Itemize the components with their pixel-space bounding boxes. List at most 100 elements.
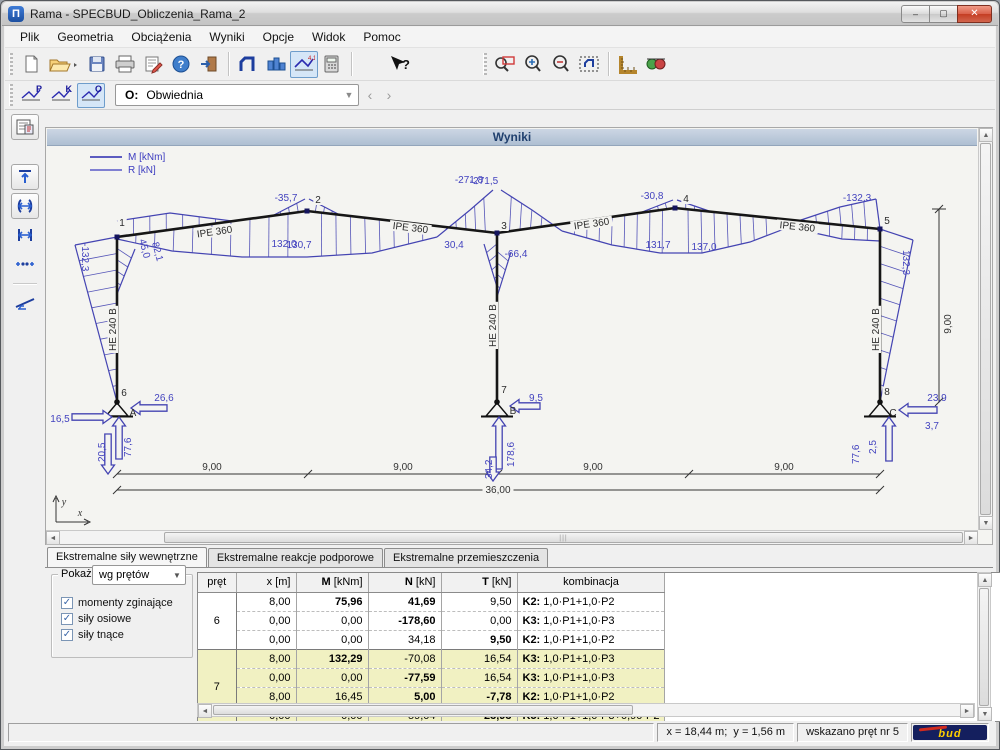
auto-scale-button[interactable] bbox=[11, 193, 39, 219]
exit-button[interactable] bbox=[195, 51, 223, 78]
save-button[interactable] bbox=[83, 51, 111, 78]
combo-prefix: O: bbox=[125, 88, 138, 102]
new-file-button[interactable] bbox=[17, 51, 45, 78]
zoom-in-button[interactable] bbox=[519, 51, 547, 78]
title-bar[interactable]: Π Rama - SPECBUD_Obliczenia_Rama_2 – ▢ ✕ bbox=[2, 2, 998, 26]
help-button[interactable]: ? bbox=[167, 51, 195, 78]
checkbox-icon[interactable]: ✓ bbox=[61, 597, 73, 609]
frame-diagram[interactable]: M [kNm]R [kN]-132,345,082,11IPE 360-35,7… bbox=[47, 146, 979, 529]
svg-text:82,1: 82,1 bbox=[149, 241, 165, 263]
diagram-scale-button[interactable] bbox=[11, 222, 39, 248]
toolbar-grip[interactable] bbox=[9, 84, 13, 106]
print-button[interactable] bbox=[111, 51, 139, 78]
scroll-left-icon[interactable]: ◄ bbox=[46, 531, 60, 545]
report-printout-button[interactable] bbox=[11, 114, 39, 140]
scroll-right-icon[interactable]: ► bbox=[960, 704, 974, 718]
scroll-left-icon[interactable]: ◄ bbox=[198, 704, 212, 718]
value-cell: 0,00 bbox=[296, 668, 368, 687]
tab-1[interactable]: Ekstremalne siły wewnętrzne bbox=[47, 547, 207, 567]
scroll-down-icon[interactable]: ▼ bbox=[978, 707, 992, 721]
dimensions-button[interactable] bbox=[614, 51, 642, 78]
menu-item-opcje[interactable]: Opcje bbox=[254, 28, 303, 46]
context-help-button[interactable]: ? bbox=[385, 51, 413, 78]
loads-view-button[interactable] bbox=[262, 51, 290, 78]
zoom-out-button[interactable] bbox=[547, 51, 575, 78]
close-button[interactable]: ✕ bbox=[957, 5, 992, 23]
column-header[interactable]: kombinacja bbox=[517, 573, 665, 592]
drawing-vscrollbar[interactable]: ▲ ▼ bbox=[978, 128, 992, 530]
scroll-up-icon[interactable]: ▲ bbox=[979, 128, 993, 142]
table-row[interactable]: 0,000,0034,189,50K2: 1,0·P1+1,0·P2 bbox=[198, 630, 665, 649]
tab-3[interactable]: Ekstremalne przemieszczenia bbox=[384, 548, 548, 567]
drawing-label: 178,6 bbox=[506, 442, 517, 467]
checkbox-icon[interactable]: ✓ bbox=[61, 629, 73, 641]
drawing-label: 1 bbox=[117, 218, 126, 230]
results-table[interactable]: prętx [m]M [kNm]N [kN]T [kN]kombinacja 6… bbox=[198, 573, 665, 722]
table-row[interactable]: 0,000,00-77,5916,54K3: 1,0·P1+1,0·P3 bbox=[198, 668, 665, 687]
table-row[interactable]: 78,00132,29-70,0816,54K3: 1,0·P1+1,0·P3 bbox=[198, 649, 665, 668]
column-header[interactable]: T [kN] bbox=[441, 573, 517, 592]
menu-item-geometria[interactable]: Geometria bbox=[48, 28, 122, 46]
combination-cell: K3: 1,0·P1+1,0·P3 bbox=[517, 668, 665, 687]
menu-item-widok[interactable]: Widok bbox=[303, 28, 354, 46]
drawing-label: 30,4 bbox=[444, 240, 464, 251]
report-edit-button[interactable] bbox=[139, 51, 167, 78]
menu-item-obciążenia[interactable]: Obciążenia bbox=[122, 28, 200, 46]
drawing-label: -132,3 bbox=[843, 193, 872, 204]
menu-item-wyniki[interactable]: Wyniki bbox=[200, 28, 253, 46]
menu-item-plik[interactable]: Plik bbox=[11, 28, 48, 46]
svg-text:9,00: 9,00 bbox=[774, 462, 794, 473]
toolbar-grip[interactable] bbox=[9, 53, 13, 75]
column-header[interactable]: x [m] bbox=[236, 573, 296, 592]
column-header[interactable]: M [kNm] bbox=[296, 573, 368, 592]
checkbox-siły-osiowe[interactable]: ✓siły osiowe bbox=[61, 613, 173, 625]
results-tabs: Ekstremalne siły wewnętrzneEkstremalne r… bbox=[47, 547, 549, 567]
zoom-extents-button[interactable] bbox=[575, 51, 603, 78]
table-vscrollbar[interactable]: ▲ ▼ bbox=[977, 572, 991, 722]
mode-button-k[interactable]: K bbox=[47, 83, 75, 108]
prev-combination-button[interactable]: ‹ bbox=[362, 85, 378, 105]
open-file-button[interactable] bbox=[45, 51, 83, 78]
chevron-down-icon[interactable]: ▼ bbox=[340, 85, 358, 105]
mode-button-p[interactable]: P bbox=[17, 83, 45, 108]
geometry-view-button[interactable] bbox=[234, 51, 262, 78]
drawing-hscrollbar[interactable]: ◄ ||| ► bbox=[46, 530, 978, 544]
checkbox-siły-tnące[interactable]: ✓siły tnące bbox=[61, 629, 173, 641]
show-options-label: Pokaż bbox=[58, 568, 95, 580]
table-hscrollbar[interactable]: ◄ ► bbox=[197, 703, 975, 717]
table-row[interactable]: 0,000,00-178,600,00K3: 1,0·P1+1,0·P3 bbox=[198, 611, 665, 630]
svg-text:HE 240 B: HE 240 B bbox=[108, 308, 119, 351]
drawing-label: 36,00 bbox=[483, 485, 514, 497]
scroll-down-icon[interactable]: ▼ bbox=[979, 516, 993, 530]
mode-button-o[interactable]: O bbox=[77, 83, 105, 108]
envelope-combo[interactable]: O: Obwiednia ▼ bbox=[115, 84, 359, 106]
show-mode-combo[interactable]: wg prętów ▼ bbox=[92, 565, 186, 585]
node-values-button[interactable] bbox=[11, 251, 39, 277]
zoom-window-button[interactable] bbox=[491, 51, 519, 78]
svg-text:16,5: 16,5 bbox=[50, 414, 70, 425]
status-message bbox=[8, 723, 654, 742]
drawing-label: 6 bbox=[119, 388, 128, 400]
display-options-button[interactable] bbox=[642, 51, 670, 78]
checkbox-icon[interactable]: ✓ bbox=[61, 613, 73, 625]
drawing-area[interactable]: Wyniki M [kNm]R [kN]-132,345,082,11IPE 3… bbox=[45, 127, 993, 545]
toolbar-grip[interactable] bbox=[483, 53, 487, 75]
specbud-logo: bud bbox=[911, 723, 989, 742]
maximize-button[interactable]: ▢ bbox=[929, 5, 958, 23]
minimize-button[interactable]: – bbox=[901, 5, 930, 23]
scroll-up-icon[interactable]: ▲ bbox=[978, 573, 992, 587]
next-combination-button[interactable]: › bbox=[381, 85, 397, 105]
chevron-down-icon[interactable]: ▼ bbox=[169, 571, 185, 580]
calculator-button[interactable] bbox=[318, 51, 346, 78]
support-display-button[interactable] bbox=[11, 290, 39, 316]
checkbox-momenty-zginające[interactable]: ✓momenty zginające bbox=[61, 597, 173, 609]
column-header[interactable]: N [kN] bbox=[368, 573, 441, 592]
menu-item-pomoc[interactable]: Pomoc bbox=[354, 28, 409, 46]
tab-2[interactable]: Ekstremalne reakcje podporowe bbox=[208, 548, 383, 567]
column-header[interactable]: pręt bbox=[198, 573, 236, 592]
drawing-label: 9,5 bbox=[529, 393, 543, 404]
table-row[interactable]: 68,0075,9641,699,50K2: 1,0·P1+1,0·P2 bbox=[198, 592, 665, 611]
fit-view-button[interactable] bbox=[11, 164, 39, 190]
results-view-button[interactable]: 4,1 bbox=[290, 51, 318, 78]
scroll-right-icon[interactable]: ► bbox=[964, 531, 978, 545]
